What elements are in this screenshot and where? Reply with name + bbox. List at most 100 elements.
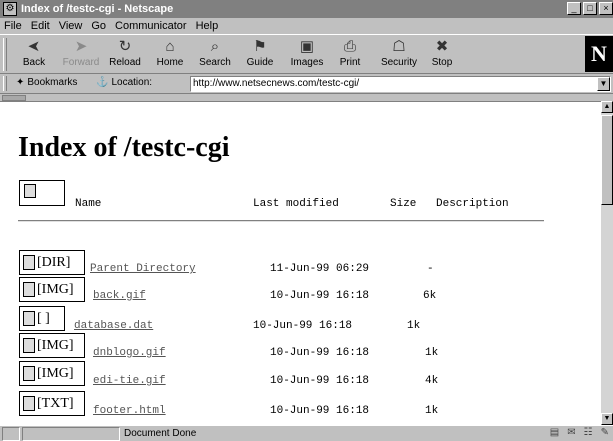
broken-image-icon xyxy=(23,396,35,411)
last-modified-cell: 10-Jun-99 16:18 xyxy=(270,405,370,417)
menu-bar: File Edit View Go Communicator Help xyxy=(0,18,613,34)
file-link[interactable]: footer.html xyxy=(93,405,166,417)
window-title: Index of /testc-cgi - Netscape xyxy=(21,3,174,15)
images-button[interactable]: ▣ Images xyxy=(286,37,328,73)
file-type-icon[interactable]: [IMG] xyxy=(19,333,85,358)
icon-alt-text: [TXT] xyxy=(37,395,74,411)
composer-icon[interactable]: ✎ xyxy=(601,427,609,438)
maximize-button[interactable]: □ xyxy=(583,2,597,15)
page-content: Index of /testc-cgi Name Last modified S… xyxy=(0,101,601,425)
column-header-description: Description xyxy=(436,198,509,210)
stop-button[interactable]: ✖ Stop xyxy=(424,37,460,73)
forward-label: Forward xyxy=(62,57,100,68)
icon-alt-text: [DIR] xyxy=(37,254,71,270)
menu-communicator[interactable]: Communicator xyxy=(115,20,187,32)
size-cell: - xyxy=(427,263,434,275)
url-dropdown-icon[interactable]: ▼ xyxy=(597,77,610,91)
bookmarks-label: Bookmarks xyxy=(27,77,78,88)
broken-image-icon xyxy=(23,338,35,353)
location-toolbar-grip[interactable] xyxy=(3,76,7,91)
netscape-app-icon[interactable]: ⚙ xyxy=(3,2,17,16)
menu-view[interactable]: View xyxy=(59,20,83,32)
home-button[interactable]: ⌂ Home xyxy=(150,37,190,73)
title-bar[interactable]: ⚙ Index of /testc-cgi - Netscape _ □ × xyxy=(0,0,613,18)
file-type-icon[interactable]: [ ] xyxy=(19,306,65,331)
search-button[interactable]: ⌕ Search xyxy=(194,37,236,73)
menu-edit[interactable]: Edit xyxy=(31,20,50,32)
images-icon: ▣ xyxy=(299,38,315,55)
list-item: [IMG] edi-tie.gif 10-Jun-99 16:18 4k xyxy=(0,361,601,389)
scroll-thumb[interactable] xyxy=(601,115,613,205)
last-modified-cell: 11-Jun-99 06:29 xyxy=(270,263,370,275)
column-header-size: Size xyxy=(390,198,417,210)
menu-file[interactable]: File xyxy=(4,20,22,32)
list-item: [TXT] footer.html 10-Jun-99 16:18 1k xyxy=(0,391,601,419)
forward-button[interactable]: ➤ Forward xyxy=(60,37,102,73)
close-button[interactable]: × xyxy=(599,2,613,15)
forward-icon: ➤ xyxy=(74,38,88,55)
security-label: Security xyxy=(380,57,418,68)
column-header-last-modified: Last modified xyxy=(253,198,339,210)
stop-icon: ✖ xyxy=(435,38,449,55)
size-cell: 6k xyxy=(423,290,437,302)
print-button[interactable]: ⎙ Print xyxy=(330,37,370,73)
bookmarks-button[interactable]: ✦ Bookmarks xyxy=(16,77,77,88)
scroll-down-arrow-icon[interactable]: ▼ xyxy=(601,413,613,425)
list-item: [IMG] back.gif 10-Jun-99 16:18 6k xyxy=(0,277,601,305)
last-modified-cell: 10-Jun-99 16:18 xyxy=(270,290,370,302)
icon-alt-text: [IMG] xyxy=(37,337,74,353)
component-bar: ▤ ✉ ☷ ✎ xyxy=(550,427,609,438)
netscape-logo-icon[interactable]: N xyxy=(585,36,613,72)
search-icon: ⌕ xyxy=(210,38,220,55)
search-label: Search xyxy=(199,57,231,68)
last-modified-cell: 10-Jun-99 16:18 xyxy=(270,375,370,387)
security-lock-icon[interactable] xyxy=(2,427,20,441)
file-link[interactable]: dnblogo.gif xyxy=(93,347,166,359)
menu-help[interactable]: Help xyxy=(196,20,219,32)
print-label: Print xyxy=(339,57,361,68)
toolbar-grip[interactable] xyxy=(3,38,7,71)
location-label-group: ⚓ Location: xyxy=(96,77,152,88)
guide-label: Guide xyxy=(246,57,274,68)
back-icon: ➤ xyxy=(27,38,41,55)
horizontal-rule xyxy=(18,220,544,222)
size-cell: 4k xyxy=(425,375,439,387)
guide-button[interactable]: ⚑ Guide xyxy=(240,37,280,73)
last-modified-cell: 10-Jun-99 16:18 xyxy=(270,347,370,359)
reload-label: Reload xyxy=(109,57,141,68)
file-type-icon[interactable]: [TXT] xyxy=(19,391,85,416)
size-cell: 1k xyxy=(407,320,421,332)
file-link[interactable]: Parent Directory xyxy=(90,263,196,275)
file-type-icon[interactable]: [IMG] xyxy=(19,277,85,302)
page-proxy-icon[interactable]: ⚓ xyxy=(96,77,108,88)
security-button[interactable]: ☖ Security xyxy=(376,37,422,73)
mail-icon[interactable]: ✉ xyxy=(567,427,575,438)
status-text: Document Done xyxy=(124,428,197,439)
file-type-icon[interactable]: [IMG] xyxy=(19,361,85,386)
list-item: [DIR] Parent Directory 11-Jun-99 06:29 - xyxy=(0,250,601,278)
reload-button[interactable]: ↻ Reload xyxy=(104,37,146,73)
newsgroups-icon[interactable]: ☷ xyxy=(584,427,593,438)
url-input[interactable]: http://www.netsecnews.com/testc-cgi/ ▼ xyxy=(190,76,611,92)
security-icon: ☖ xyxy=(392,38,406,55)
back-button[interactable]: ➤ Back xyxy=(14,37,54,73)
file-link[interactable]: database.dat xyxy=(74,320,153,332)
file-link[interactable]: edi-tie.gif xyxy=(93,375,166,387)
file-type-icon[interactable]: [DIR] xyxy=(19,250,85,275)
stop-label: Stop xyxy=(431,57,453,68)
last-modified-cell: 10-Jun-99 16:18 xyxy=(253,320,353,332)
print-icon: ⎙ xyxy=(343,38,356,55)
file-link[interactable]: back.gif xyxy=(93,290,146,302)
minimize-button[interactable]: _ xyxy=(567,2,581,15)
navigator-icon[interactable]: ▤ xyxy=(550,427,559,438)
size-cell: 1k xyxy=(425,347,439,359)
page-heading: Index of /testc-cgi xyxy=(18,132,230,163)
reload-icon: ↻ xyxy=(118,38,132,55)
vertical-scrollbar[interactable]: ▲ ▼ xyxy=(601,101,613,425)
guide-icon: ⚑ xyxy=(253,38,267,55)
home-icon: ⌂ xyxy=(165,38,175,55)
url-text: http://www.netsecnews.com/testc-cgi/ xyxy=(193,78,360,89)
menu-go[interactable]: Go xyxy=(91,20,106,32)
scroll-up-arrow-icon[interactable]: ▲ xyxy=(601,101,613,113)
status-bar: Document Done ▤ ✉ ☷ ✎ xyxy=(0,425,613,441)
